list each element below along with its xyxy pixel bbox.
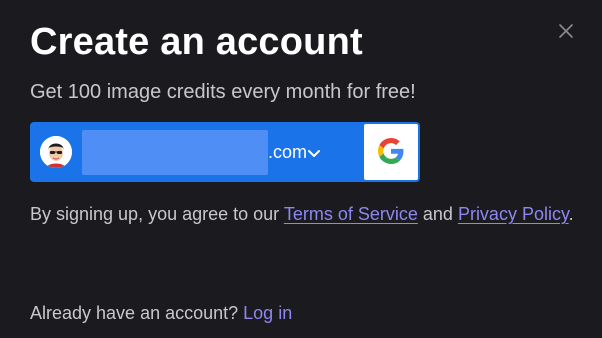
chevron-down-icon [308, 150, 320, 157]
login-link[interactable]: Log in [243, 303, 292, 323]
terms-notice: By signing up, you agree to our Terms of… [30, 200, 575, 228]
close-icon [559, 24, 573, 38]
dialog-subtitle: Get 100 image credits every month for fr… [30, 81, 416, 103]
account-email-suffix: .com [268, 142, 308, 162]
user-avatar [40, 136, 72, 168]
signup-dialog: Create an account Get 100 image credits … [0, 0, 602, 338]
login-prompt-line: Already have an account? Log in [30, 299, 292, 327]
dialog-title: Create an account [30, 21, 363, 63]
privacy-policy-link[interactable]: Privacy Policy [458, 204, 569, 224]
terms-middle: and [417, 204, 458, 224]
terms-suffix: . [568, 204, 574, 224]
google-logo-icon [378, 138, 404, 164]
redacted-account-email [82, 130, 268, 175]
login-prompt: Already have an account? [30, 303, 244, 323]
terms-of-service-link[interactable]: Terms of Service [284, 204, 418, 224]
close-button[interactable] [556, 21, 576, 41]
terms-prefix: By signing up, you agree to our [30, 204, 284, 224]
google-signin-button[interactable]: .com [30, 122, 420, 182]
google-logo-badge [364, 124, 418, 180]
